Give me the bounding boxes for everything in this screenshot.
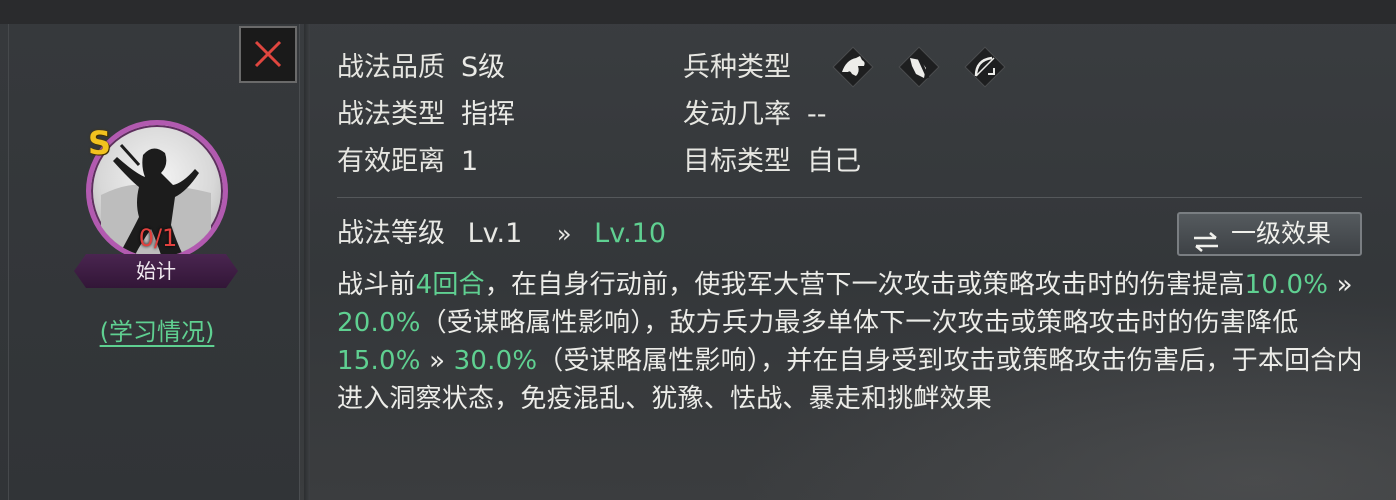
- section-divider: [337, 197, 1362, 198]
- skill-name: 始计: [74, 254, 238, 288]
- quality-row: 战法品质 S级: [337, 50, 505, 86]
- desc-value2-to: 30.0%: [453, 346, 538, 376]
- trigger-label: 发动几率: [683, 99, 791, 130]
- swap-arrows-icon: [1191, 224, 1221, 264]
- level-effect-toggle-button[interactable]: 一级效果: [1177, 212, 1362, 256]
- level-arrow: »: [556, 220, 572, 248]
- desc-part-3: （受谋略属性影响），敌方兵力最多单体下一次攻击或策略攻击时的伤害降低: [420, 308, 1299, 338]
- desc-rounds: 4回合: [415, 270, 485, 300]
- effect-button-label: 一级效果: [1231, 219, 1332, 248]
- desc-value2-from: 15.0%: [337, 346, 421, 376]
- level-to: Lv.10: [594, 218, 667, 249]
- study-status-link[interactable]: (学习情况): [84, 312, 230, 348]
- type-row: 战法类型 指挥: [337, 97, 515, 133]
- learn-count: 0/1: [138, 224, 178, 252]
- skill-detail-panel: S 0/1 始计 (学习情况) 战法品质 S级 战法类型 指挥 有效距离 1 兵种类型: [0, 0, 1396, 500]
- skill-description: 战斗前4回合，在自身行动前，使我军大营下一次攻击或策略攻击时的伤害提高10.0%…: [337, 266, 1367, 418]
- range-row: 有效距离 1: [337, 144, 478, 180]
- cavalry-icon: [830, 44, 876, 90]
- shield-icon: [896, 44, 942, 90]
- close-icon: [254, 40, 282, 68]
- desc-value1-to: 20.0%: [337, 308, 421, 338]
- troop-label: 兵种类型: [683, 52, 791, 83]
- desc-value1-from: 10.0%: [1244, 270, 1329, 300]
- target-row: 目标类型 自己: [683, 144, 861, 180]
- level-row: 战法等级 Lv.1 » Lv.10: [337, 216, 666, 252]
- desc-arrow-1: »: [1328, 270, 1353, 300]
- column-divider: [304, 24, 310, 500]
- type-label: 战法类型: [337, 99, 445, 130]
- range-value: 1: [461, 146, 479, 177]
- desc-part-1: 战斗前: [337, 270, 416, 300]
- level-from: Lv.1: [467, 218, 523, 249]
- troop-row: 兵种类型: [683, 50, 791, 86]
- desc-part-2: ，在自身行动前，使我军大营下一次攻击或策略攻击时的伤害提高: [484, 270, 1245, 300]
- type-value: 指挥: [461, 99, 515, 130]
- trigger-value: --: [807, 99, 827, 130]
- target-value: 自己: [807, 146, 861, 177]
- quality-value: S级: [461, 52, 506, 83]
- top-bar: [0, 0, 1396, 24]
- close-button[interactable]: [239, 26, 297, 83]
- grade-badge: S: [88, 124, 112, 162]
- quality-label: 战法品质: [337, 52, 445, 83]
- level-label: 战法等级: [337, 218, 445, 249]
- range-label: 有效距离: [337, 146, 445, 177]
- trigger-row: 发动几率 --: [683, 97, 827, 133]
- desc-arrow-2: »: [420, 346, 454, 376]
- target-label: 目标类型: [683, 146, 791, 177]
- bow-icon: [962, 44, 1008, 90]
